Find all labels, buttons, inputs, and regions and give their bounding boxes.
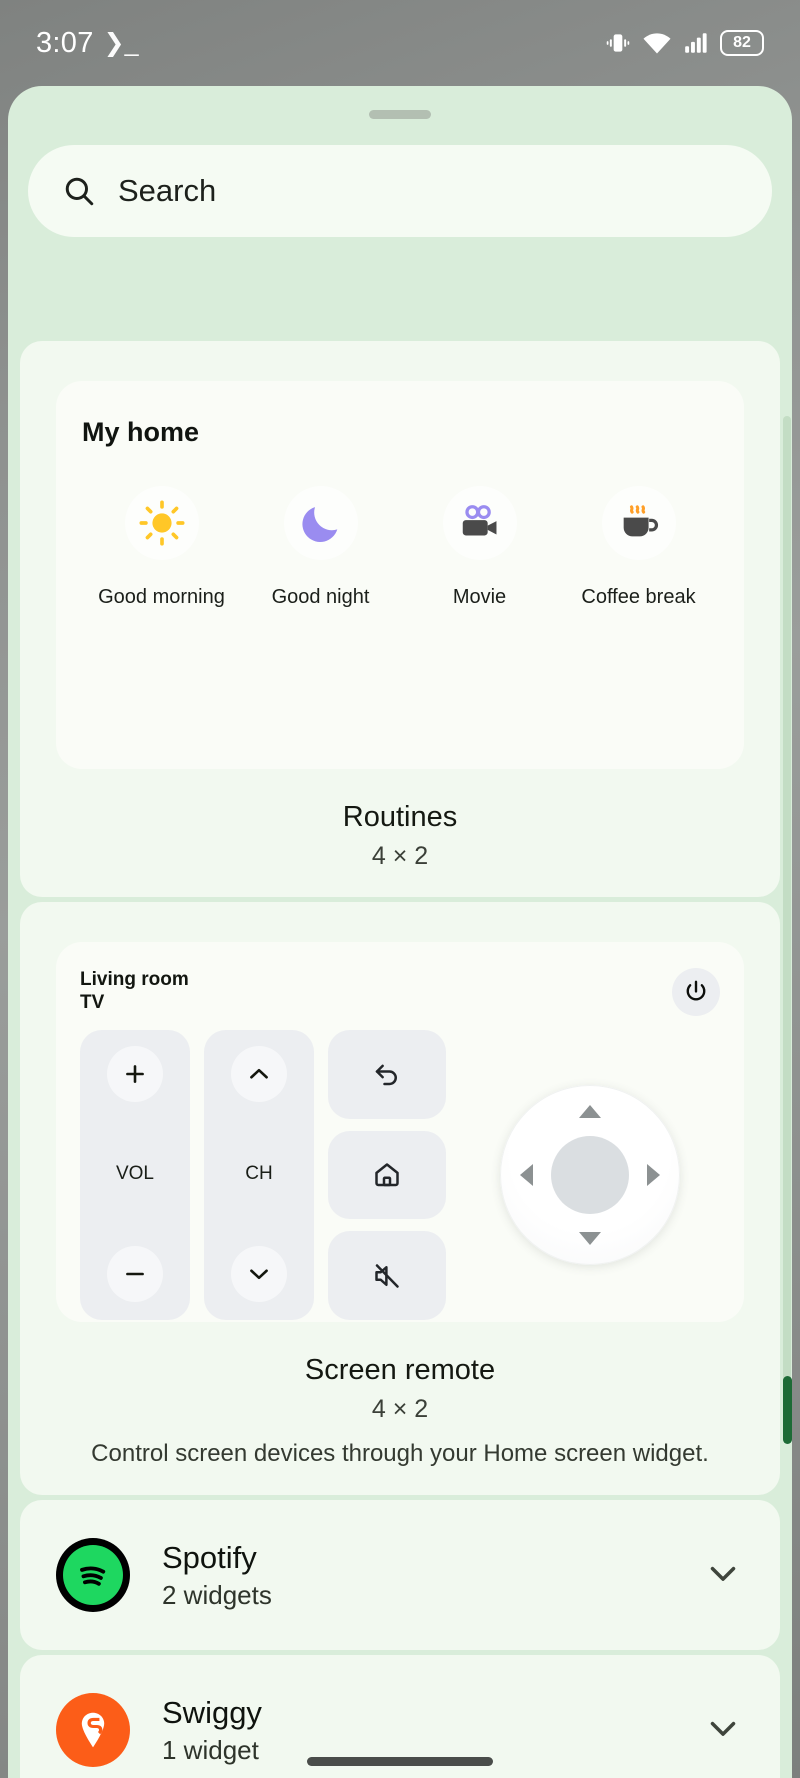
volume-rocker[interactable]: VOL [80,1030,190,1320]
app-name: Swiggy [162,1694,262,1730]
mute-icon [375,1263,399,1288]
widget-entry-routines[interactable]: My home Good morning Good night Movie Co… [20,341,780,897]
dpad-down-button[interactable] [579,1232,601,1245]
search-placeholder: Search [118,173,217,208]
search-area: Search [8,119,792,237]
battery-level: 82 [733,34,751,51]
search-icon [65,177,94,206]
my-home-widget-preview: My home Good morning Good night Movie Co… [56,381,744,769]
swiggy-icon [56,1693,130,1768]
back-arrow-icon [375,1064,397,1086]
chevron-down-icon[interactable] [702,1552,744,1599]
dpad-left-button[interactable] [520,1164,533,1186]
remote-header: Living room TV [80,968,720,1016]
minus-icon [126,1272,144,1276]
search-input[interactable]: Search [28,145,772,237]
volume-up-button[interactable] [107,1046,163,1102]
screen-remote-widget-preview: Living room TV VOL CH [56,942,744,1322]
status-bar-left: 3:07 ❯_ [36,27,139,60]
dpad-select-button[interactable] [551,1136,629,1214]
routines-preview-block: My home Good morning Good night Movie Co… [20,341,780,789]
nav-button-column [328,1030,446,1321]
dpad-up-button[interactable] [579,1105,601,1118]
spotify-icon [56,1538,130,1613]
routine-label: Good night [271,586,370,608]
status-bar: 3:07 ❯_ 82 [0,0,800,86]
remote-room-label: Living room [80,969,189,990]
remote-controls: VOL CH [80,1030,720,1321]
routines-widget-meta: Routines 4 × 2 [20,789,780,897]
volume-down-button[interactable] [107,1246,163,1302]
swiggy-text: Swiggy 1 widget [162,1695,702,1766]
gesture-navigation-bar[interactable] [307,1757,493,1766]
routine-coffee-break[interactable]: Coffee break [559,486,718,609]
dpad-right-button[interactable] [647,1164,660,1186]
moon-icon [283,486,358,560]
signal-icon [685,33,707,53]
widget-description: Control screen devices through your Home… [91,1440,709,1467]
scrollbar-thumb[interactable] [783,1376,792,1444]
widget-size: 4 × 2 [371,842,429,870]
routine-good-morning[interactable]: Good morning [82,486,241,609]
channel-up-button[interactable] [231,1046,287,1102]
movie-camera-icon [442,486,517,560]
sheet-drag-handle[interactable] [369,110,431,119]
widget-size: 4 × 2 [371,1395,429,1423]
battery-icon: 82 [720,30,764,56]
dpad-wrapper [460,1030,720,1320]
routine-label: Coffee break [581,586,696,608]
app-name: Spotify [162,1539,257,1575]
plus-icon [126,1065,144,1083]
scrollbar-track[interactable] [783,416,792,1778]
screen-remote-preview-block: Living room TV VOL CH [20,902,780,1342]
power-icon [686,980,706,1001]
widget-picker-sheet: Search My home Good morning Good night M… [8,86,792,1778]
home-icon [375,1163,399,1187]
spotify-text: Spotify 2 widgets [162,1540,702,1611]
routine-movie[interactable]: Movie [400,486,559,609]
screen-remote-widget-meta: Screen remote 4 × 2 Control screen devic… [20,1342,780,1495]
app-entry-spotify[interactable]: Spotify 2 widgets [20,1500,780,1651]
remote-device-info: Living room TV [80,968,189,1014]
channel-label: CH [245,1163,273,1184]
app-widget-count: 2 widgets [162,1579,272,1610]
widget-entry-screen-remote[interactable]: Living room TV VOL CH Screen remote 4 × … [20,902,780,1496]
routine-good-night[interactable]: Good night [241,486,400,609]
channel-rocker[interactable]: CH [204,1030,314,1320]
chevron-down-icon [250,1269,268,1280]
my-home-title: My home [82,417,200,447]
status-time: 3:07 [36,26,94,59]
routine-label: Good morning [98,586,225,608]
status-bar-right: 82 [605,30,764,56]
routine-shortcut-row: Good morning Good night Movie Coffee bre… [82,486,718,609]
coffee-cup-icon [601,486,676,560]
sun-icon [124,486,199,560]
routine-label: Movie [452,586,507,608]
power-button[interactable] [672,968,720,1016]
volume-label: VOL [115,1163,155,1184]
vibrate-icon [606,34,630,52]
terminal-icon: ❯_ [103,29,139,57]
scrollbar-track-fill [783,416,791,1396]
widget-name: Routines [342,801,458,833]
back-button[interactable] [328,1030,446,1119]
spotify-icon-inner [63,1545,123,1606]
dpad-icon[interactable] [500,1085,680,1265]
wifi-icon [643,33,671,54]
phone-screen: 3:07 ❯_ 82 Search My home Good morning G… [0,0,800,1778]
chevron-up-icon [250,1068,268,1079]
chevron-down-icon[interactable] [702,1707,744,1754]
remote-device-label: TV [80,991,105,1013]
widget-list[interactable]: My home Good morning Good night Movie Co… [20,341,780,1778]
channel-down-button[interactable] [231,1246,287,1302]
widget-name: Screen remote [304,1354,496,1386]
home-button[interactable] [328,1130,446,1220]
mute-button[interactable] [328,1231,446,1321]
